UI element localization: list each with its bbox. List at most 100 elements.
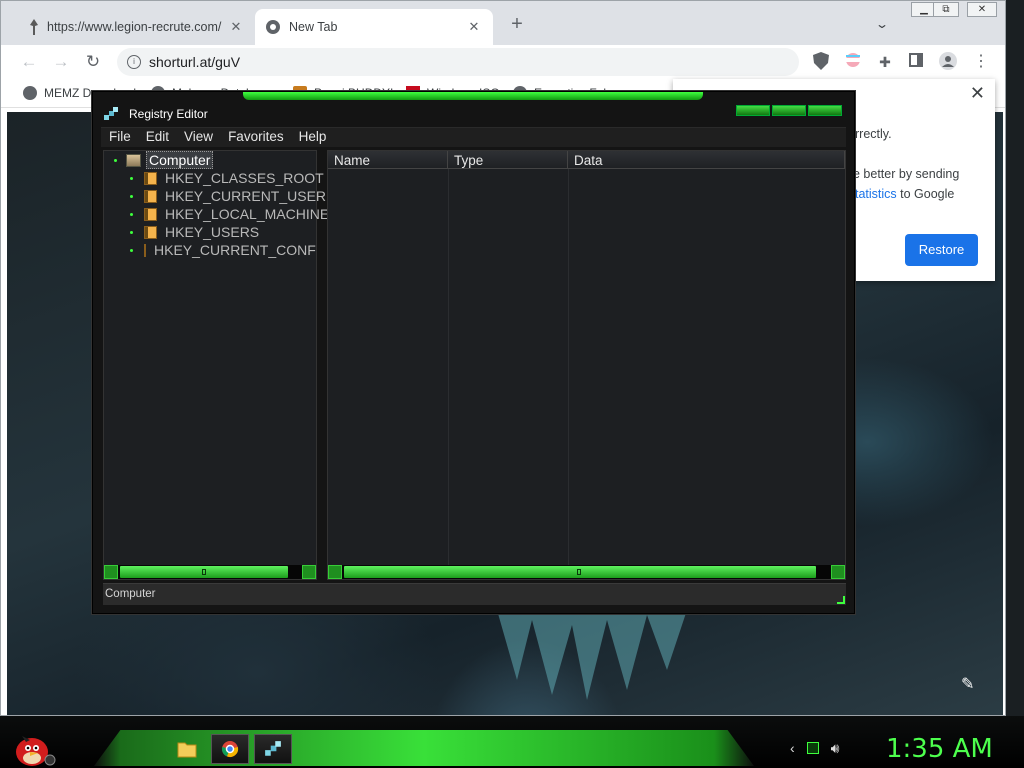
forward-arrow-icon[interactable]: → bbox=[50, 51, 72, 73]
scroll-grip bbox=[577, 569, 581, 575]
tree-item-hkey-current-user[interactable]: HKEY_CURRENT_USER bbox=[144, 187, 326, 205]
tree-item-hkey-current-config[interactable]: HKEY_CURRENT_CONFIG bbox=[144, 241, 316, 259]
tree-item-hkey-local-machine[interactable]: HKEY_LOCAL_MACHINE bbox=[144, 205, 329, 223]
taskbar-file-explorer[interactable] bbox=[168, 734, 206, 764]
title-glow-bar bbox=[243, 92, 703, 100]
edit-pencil-icon[interactable]: ✎ bbox=[961, 674, 974, 694]
window-controls bbox=[734, 105, 842, 116]
column-header-data[interactable]: Data bbox=[568, 151, 845, 169]
tree-horizontal-scrollbar[interactable] bbox=[104, 565, 316, 579]
tab-close-icon[interactable]: ✕ bbox=[227, 19, 245, 35]
tab-legion-recrute[interactable]: https://www.legion-recrute.com/ ✕ bbox=[19, 9, 255, 45]
system-tray: ‹ 🔊︎ bbox=[790, 740, 840, 757]
registry-tree: Computer HKEY_CLASSES_ROOT HKEY_CURRENT_… bbox=[103, 150, 329, 580]
chrome-logo-icon bbox=[266, 20, 280, 34]
column-header-type[interactable]: Type bbox=[448, 151, 568, 169]
popup-close-icon[interactable]: ✕ bbox=[970, 83, 985, 104]
close-button[interactable]: ✕ bbox=[967, 2, 997, 17]
menu-help[interactable]: Help bbox=[291, 128, 334, 147]
menu-favorites[interactable]: Favorites bbox=[220, 128, 291, 147]
volume-icon[interactable]: 🔊︎ bbox=[831, 740, 840, 757]
scroll-thumb[interactable] bbox=[120, 566, 288, 578]
minimize-button[interactable] bbox=[736, 105, 770, 116]
new-tab-button[interactable]: + bbox=[505, 13, 529, 37]
folder-icon bbox=[144, 189, 157, 203]
registry-editor-icon bbox=[265, 741, 281, 756]
globe-icon bbox=[23, 86, 37, 100]
expand-dot-icon[interactable] bbox=[130, 231, 133, 234]
popup-message: e better by sending bbox=[853, 167, 960, 181]
expand-dot-icon[interactable] bbox=[130, 213, 133, 216]
statistics-link[interactable]: tatistics bbox=[855, 187, 897, 201]
browser-toolbar: ← → ↻ i shorturl.at/guV ✚ ⋮ bbox=[1, 45, 1005, 78]
start-button-angry-bird-icon[interactable] bbox=[8, 728, 56, 768]
show-hidden-icons-chevron-icon[interactable]: ‹ bbox=[790, 740, 795, 757]
tab-close-icon[interactable]: ✕ bbox=[465, 19, 483, 35]
chrome-logo-icon bbox=[221, 741, 239, 758]
expand-dot-icon[interactable] bbox=[130, 195, 133, 198]
tree-item-label: HKEY_USERS bbox=[165, 224, 260, 240]
address-bar[interactable]: i shorturl.at/guV bbox=[117, 48, 799, 76]
tree-item-hkey-users[interactable]: HKEY_USERS bbox=[144, 223, 259, 241]
profile-avatar-icon[interactable] bbox=[938, 52, 958, 72]
resize-grip-icon[interactable] bbox=[837, 596, 845, 604]
tab-new-tab[interactable]: New Tab ✕ bbox=[255, 9, 493, 45]
tree-item-label: HKEY_CURRENT_CONFIG bbox=[154, 242, 316, 258]
more-menu-icon[interactable]: ⋮ bbox=[971, 52, 991, 72]
taskbar-registry-editor[interactable] bbox=[254, 734, 292, 764]
popup-message: tatistics to Google bbox=[855, 187, 955, 201]
column-divider bbox=[568, 169, 569, 579]
scroll-thumb[interactable] bbox=[344, 566, 816, 578]
tab-search-chevron-icon[interactable]: ⌄ bbox=[875, 17, 889, 31]
list-horizontal-scrollbar[interactable] bbox=[328, 565, 845, 579]
tree-item-label: Computer bbox=[146, 151, 214, 169]
scroll-right-arrow-icon[interactable] bbox=[831, 565, 845, 579]
extensions-puzzle-icon[interactable]: ✚ bbox=[875, 52, 895, 72]
tree-item-label: HKEY_CLASSES_ROOT bbox=[165, 170, 324, 186]
scroll-right-arrow-icon[interactable] bbox=[302, 565, 316, 579]
registry-values-list: Name Type Data bbox=[327, 150, 846, 580]
taskbar: ‹ 🔊︎ 1:35 AM bbox=[0, 716, 1024, 768]
menu-view[interactable]: View bbox=[176, 128, 220, 147]
expand-dot-icon[interactable] bbox=[130, 249, 133, 252]
maximize-button[interactable] bbox=[772, 105, 806, 116]
extension-flag-icon[interactable] bbox=[843, 52, 863, 72]
status-path: Computer bbox=[105, 588, 156, 600]
column-divider bbox=[448, 169, 449, 579]
folder-icon bbox=[144, 225, 157, 239]
tree-item-hkey-classes-root[interactable]: HKEY_CLASSES_ROOT bbox=[144, 169, 324, 187]
folder-icon bbox=[177, 742, 197, 758]
menu-file[interactable]: File bbox=[101, 128, 138, 147]
title-bar[interactable]: Registry Editor bbox=[93, 100, 854, 126]
tree-item-computer[interactable]: Computer bbox=[126, 151, 214, 169]
menu-bar: File Edit View Favorites Help bbox=[101, 127, 846, 147]
expand-dot-icon[interactable] bbox=[114, 159, 117, 162]
reload-icon[interactable]: ↻ bbox=[82, 51, 104, 73]
tab-title: New Tab bbox=[289, 20, 338, 34]
creature-fangs-image bbox=[497, 610, 687, 700]
taskbar-chrome[interactable] bbox=[211, 734, 249, 764]
url-text[interactable]: shorturl.at/guV bbox=[149, 54, 240, 70]
site-info-icon[interactable]: i bbox=[127, 55, 141, 69]
scroll-left-arrow-icon[interactable] bbox=[328, 565, 342, 579]
computer-icon bbox=[126, 153, 141, 167]
column-header-name[interactable]: Name bbox=[328, 151, 448, 169]
menu-edit[interactable]: Edit bbox=[138, 128, 176, 147]
network-icon[interactable] bbox=[806, 742, 819, 754]
tree-item-label: HKEY_CURRENT_USER bbox=[165, 188, 327, 204]
restore-button[interactable]: Restore bbox=[905, 234, 978, 266]
window-title: Registry Editor bbox=[129, 107, 208, 121]
close-button[interactable] bbox=[808, 105, 842, 116]
registry-editor-window: Registry Editor File Edit View Favorites… bbox=[92, 91, 855, 614]
scroll-grip bbox=[202, 569, 206, 575]
taskbar-clock[interactable]: 1:35 AM bbox=[886, 734, 993, 764]
expand-dot-icon[interactable] bbox=[130, 177, 133, 180]
ublock-icon[interactable] bbox=[811, 52, 831, 72]
folder-icon bbox=[144, 171, 157, 185]
tree-item-label: HKEY_LOCAL_MACHINE bbox=[165, 206, 330, 222]
scroll-left-arrow-icon[interactable] bbox=[104, 565, 118, 579]
restore-button[interactable]: ⧉ bbox=[933, 2, 959, 17]
side-panel-icon[interactable] bbox=[906, 52, 926, 72]
folder-icon bbox=[144, 207, 157, 221]
back-arrow-icon[interactable]: ← bbox=[18, 51, 40, 73]
